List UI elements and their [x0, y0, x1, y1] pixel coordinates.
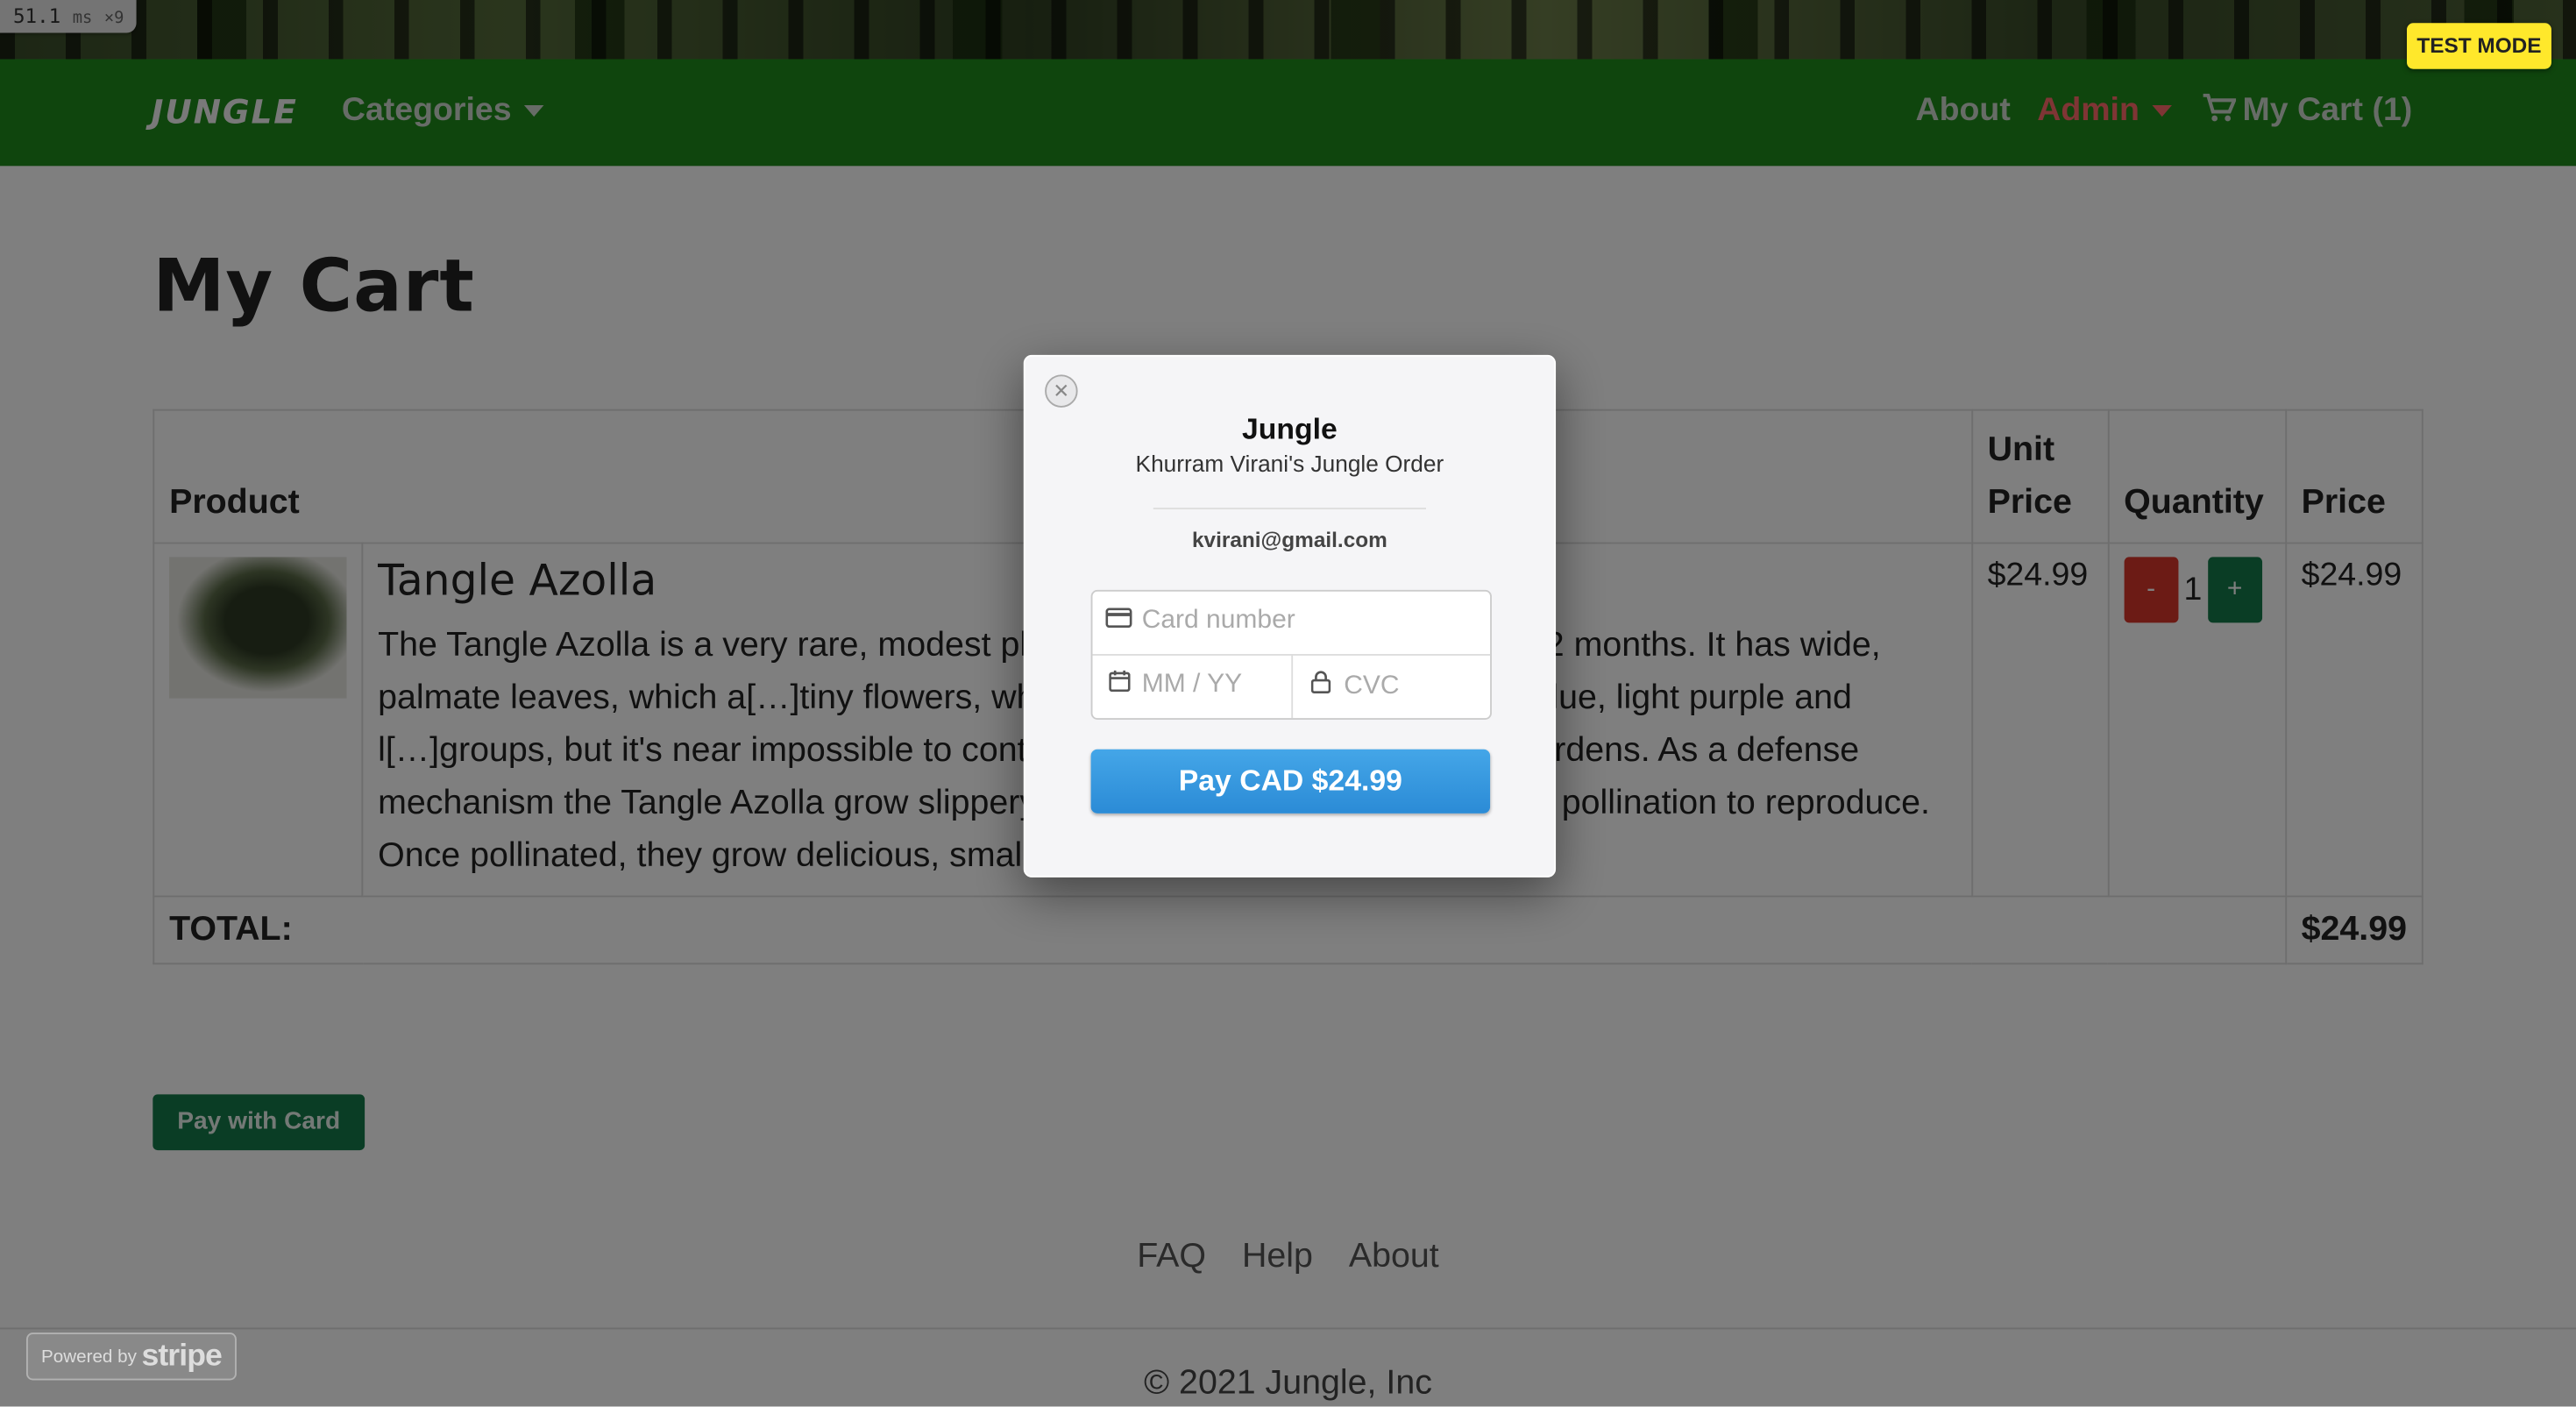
cvc-field[interactable]: CVC: [1308, 671, 1480, 702]
card-form: Card number MM / YY CVC: [1090, 589, 1492, 720]
lock-icon: [1308, 671, 1334, 699]
pay-amount-button[interactable]: Pay CAD $24.99: [1090, 749, 1491, 814]
cvc-placeholder: CVC: [1344, 672, 1400, 700]
close-icon[interactable]: ✕: [1045, 374, 1078, 408]
modal-divider: [1153, 508, 1426, 510]
powered-by-stripe-badge[interactable]: Powered by stripe: [25, 1332, 237, 1381]
modal-title: Jungle: [1242, 412, 1338, 445]
card-form-col-divider: [1291, 654, 1294, 719]
card-number-field[interactable]: Card number: [1105, 607, 1477, 636]
calendar-icon: [1105, 670, 1132, 697]
expiry-placeholder: MM / YY: [1141, 670, 1243, 699]
checkout-modal: ✕ Jungle Khurram Virani's Jungle Order k…: [1023, 354, 1557, 878]
powered-by-label: Powered by: [41, 1347, 137, 1368]
test-mode-badge: TEST MODE: [2406, 23, 2551, 69]
modal-subtitle: Khurram Virani's Jungle Order: [1135, 450, 1444, 477]
expiry-field[interactable]: MM / YY: [1105, 670, 1286, 700]
modal-email: kvirani@gmail.com: [1191, 527, 1387, 552]
stripe-logo: stripe: [141, 1339, 223, 1374]
card-number-placeholder: Card number: [1141, 606, 1295, 635]
credit-card-icon: [1105, 608, 1132, 633]
